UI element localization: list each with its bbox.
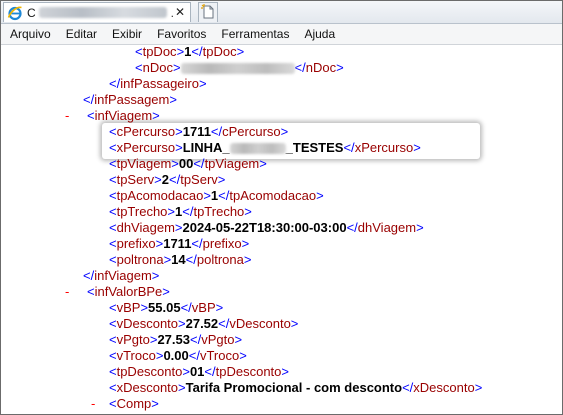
xml-line-vTroco: <vTroco>0.00</vTroco> <box>109 348 247 363</box>
xml-line-vBP: <vBP>55.05</vBP> <box>109 300 224 315</box>
menu-exibir[interactable]: Exibir <box>105 24 149 44</box>
xml-line-vPgto: <vPgto>27.53</vPgto> <box>109 332 243 347</box>
xml-line-tpAcomodacao: <tpAcomodacao>1</tpAcomodacao> <box>109 188 324 203</box>
xml-line-tpViagem: <tpViagem>00</tpViagem> <box>109 156 267 171</box>
xml-line-infPassagem-close: </infPassagem> <box>83 92 177 107</box>
xml-line-dhViagem: <dhViagem>2024-05-22T18:30:00-03:00</dhV… <box>109 220 424 235</box>
menu-favoritos[interactable]: Favoritos <box>150 24 213 44</box>
collapse-toggle[interactable]: - <box>91 396 109 412</box>
close-tab-icon[interactable]: ✕ <box>173 5 187 19</box>
xml-line-xPercurso: <xPercurso>LINHA_ _TESTES</xPercurso> <box>109 140 421 155</box>
collapse-toggle[interactable]: - <box>65 284 87 300</box>
xml-line-infViagem-close: </infViagem> <box>83 268 160 283</box>
tab-bar: C . ✕ <box>1 1 562 24</box>
xml-line-infPassageiro-close: </infPassageiro> <box>109 76 207 91</box>
ie-icon <box>7 6 22 20</box>
xml-line-infValorBPe-open: - <infValorBPe> <box>65 284 170 300</box>
xml-viewer[interactable]: <tpDoc>1</tpDoc> <nDoc> </nDoc> </infPass… <box>1 45 562 414</box>
collapse-toggle[interactable]: - <box>65 108 87 124</box>
menu-ajuda[interactable]: Ajuda <box>297 24 342 44</box>
browser-window: C . ✕ Arquivo Editar Exibir Favoritos Fe… <box>0 0 563 415</box>
xml-line-cPercurso: <cPercurso>1711</cPercurso> <box>109 124 289 139</box>
redacted-value <box>229 143 286 155</box>
new-tab-button[interactable] <box>198 2 218 22</box>
menu-arquivo[interactable]: Arquivo <box>3 24 58 44</box>
browser-tab[interactable]: C . ✕ <box>3 2 191 22</box>
tab-title-redacted <box>38 7 167 18</box>
xml-line-Comp-open: - <Comp> <box>91 396 159 412</box>
tab-title: C <box>27 5 36 20</box>
menu-ferramentas[interactable]: Ferramentas <box>214 24 296 44</box>
xml-line-poltrona: <poltrona>14</poltrona> <box>109 252 252 267</box>
xml-line-tpServ: <tpServ>2</tpServ> <box>109 172 226 187</box>
xml-line-tpTrecho: <tpTrecho>1</tpTrecho> <box>109 204 252 219</box>
menu-editar[interactable]: Editar <box>59 24 104 44</box>
redacted-value <box>180 63 295 75</box>
menu-bar: Arquivo Editar Exibir Favoritos Ferramen… <box>1 24 562 45</box>
xml-line-tpDoc: <tpDoc>1</tpDoc> <box>135 45 245 59</box>
xml-line-tpDesconto: <tpDesconto>01</tpDesconto> <box>109 364 289 379</box>
xml-line-nDoc: <nDoc> </nDoc> <box>135 60 344 75</box>
xml-line-prefixo: <prefixo>1711</prefixo> <box>109 236 250 251</box>
xml-line-xDesconto: <xDesconto>Tarifa Promocional - com desc… <box>109 380 483 395</box>
xml-line-vDesconto: <vDesconto>27.52</vDesconto> <box>109 316 299 331</box>
xml-line-infViagem-open: - <infViagem> <box>65 108 160 124</box>
new-tab-icon <box>201 4 214 19</box>
